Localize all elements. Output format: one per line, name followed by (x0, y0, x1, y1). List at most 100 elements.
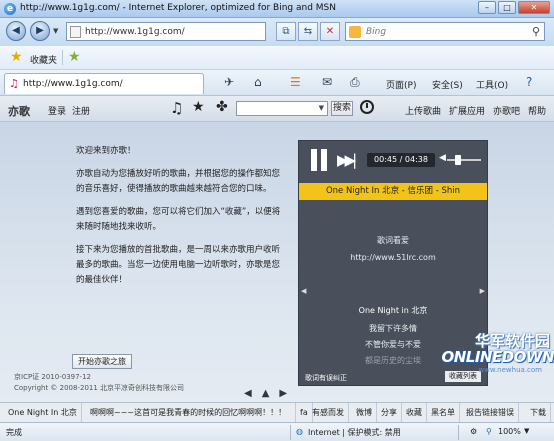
download-button[interactable]: 下载 (526, 403, 551, 422)
status-text: 完成 (6, 428, 22, 437)
maximize-button[interactable]: □ (498, 1, 516, 14)
star-icon[interactable]: ★ (192, 99, 205, 115)
blacklist-button[interactable]: 黑名单 (427, 403, 460, 422)
welcome-title: 欢迎来到亦歌！ (76, 146, 136, 156)
search-box[interactable]: Bing ⚲ (345, 22, 545, 41)
watermark-logo: 华军软件园 ONLINEDOWN www.newhua.com (436, 330, 554, 390)
favorites-star-icon[interactable]: ★ (10, 49, 23, 65)
security-zone[interactable]: Internet | 保护模式: 禁用 (308, 427, 401, 438)
lyric-url: http://www.51lrc.com (350, 253, 436, 262)
share-button[interactable]: 分享 (377, 403, 402, 422)
volume-slider[interactable]: ◀ (439, 153, 481, 165)
tools-menu[interactable]: 工具(O) (476, 78, 508, 91)
arrow-up-icon[interactable]: ▲ (262, 388, 270, 399)
feeds-tool-icon[interactable]: ✈ (224, 75, 234, 89)
divider (290, 425, 291, 440)
forward-button[interactable]: ▶ (30, 21, 50, 41)
divider (458, 425, 459, 440)
pause-icon[interactable] (309, 149, 329, 171)
compatibility-view-icon[interactable]: ⧉ (276, 22, 296, 41)
favorite-button[interactable]: 收藏 (402, 403, 427, 422)
search-placeholder: Bing (366, 27, 387, 37)
window-controls: – □ ✕ (478, 1, 550, 14)
comment-marquee: 啊啊啊~~~这首可是我青春的时候的回忆啊啊啊！！！ (86, 403, 296, 422)
refresh-icon[interactable]: ⇆ (298, 22, 318, 41)
forum-link[interactable]: 亦歌吧 (493, 104, 520, 117)
next-track-icon[interactable]: ▶▶| (337, 151, 357, 169)
start-button[interactable]: 开始亦歌之旅 (72, 354, 132, 369)
safety-menu[interactable]: 安全(S) (432, 78, 463, 91)
mail-icon[interactable]: ✉ (322, 75, 332, 89)
address-text: http://www.1g1g.com/ (85, 27, 185, 37)
icp-license: 京ICP证 2010-0397-12 (14, 373, 91, 381)
globe-icon: ◍ (296, 427, 303, 436)
welcome-paragraph: 遇到您喜爱的歌曲，您可以将它们加入“收藏”，以便将来随时随地找来收听。 (76, 207, 281, 232)
watermark-en: ONLINEDOWN (441, 348, 554, 366)
copyright: Copyright © 2008-2011 北京平凉奇创科技有限公司 (14, 384, 185, 392)
comment-button[interactable]: 有感而发 (308, 403, 349, 422)
lyric-line: One Night in 北京 (358, 306, 428, 315)
home-icon[interactable]: ⌂ (254, 75, 262, 89)
music-icon[interactable]: ♫ (170, 99, 183, 117)
welcome-paragraph: 接下来为您播放的首批歌曲，是一周以来亦歌用户收听最多的歌曲。当您一边使用电脑一边… (76, 245, 281, 285)
dropdown-arrow-icon[interactable]: ▼ (319, 104, 324, 112)
music-note-icon: ♫ (9, 77, 19, 90)
divider (62, 50, 63, 65)
welcome-paragraph: 亦歌自动为您播放好听的歌曲，并根据您的操作都知您的音乐喜好，使得播放的歌曲越来越… (76, 169, 281, 194)
volume-knob[interactable] (455, 155, 461, 165)
page-menu[interactable]: 页面(P) (386, 78, 416, 91)
site-header: 亦歌 登录 注册 ♫ ★ ✤ ▼ 搜索 上传歌曲 扩展应用 亦歌吧 帮助 (0, 96, 554, 122)
cluster-icon[interactable]: ✤ (216, 99, 228, 115)
rss-icon[interactable]: ☰ (290, 75, 301, 89)
window-title: http://www.1g1g.com/ - Internet Explorer… (20, 3, 336, 13)
upload-link[interactable]: 上传歌曲 (405, 104, 441, 117)
report-link-button[interactable]: 报告链接错误 (462, 403, 519, 422)
favorites-label[interactable]: 收藏夹 (30, 53, 57, 66)
zoom-icon: ⚲ (486, 427, 492, 436)
back-button[interactable]: ◀ (6, 21, 26, 41)
page-arrows: ◀ ▲ ▶ (244, 388, 287, 399)
page-content: 亦歌 登录 注册 ♫ ★ ✤ ▼ 搜索 上传歌曲 扩展应用 亦歌吧 帮助 欢迎来… (0, 96, 554, 422)
top-links: 上传歌曲 扩展应用 亦歌吧 帮助 (405, 104, 546, 117)
help-icon[interactable]: ? (526, 75, 532, 89)
page-icon (70, 26, 81, 38)
history-dropdown-icon[interactable]: ▼ (53, 27, 58, 35)
navigation-bar: ◀ ▶ ▼ http://www.1g1g.com/ ⧉ ⇆ ✕ Bing ⚲ (0, 18, 554, 46)
help-link[interactable]: 帮助 (528, 104, 546, 117)
arrow-left-icon[interactable]: ◀ (244, 388, 252, 399)
favorites-bar: ★ 收藏夹 ★ (0, 46, 554, 70)
search-icon[interactable]: ⚲ (532, 25, 540, 38)
zoom-level[interactable]: 100% (498, 427, 521, 436)
speaker-icon: ◀ (439, 153, 446, 163)
command-bar: ♫ http://www.1g1g.com/ ✈ ⌂ ☰ ✉ ⎙ 页面(P) 安… (0, 70, 554, 96)
collapse-left-icon[interactable]: ◀ (301, 287, 306, 295)
login-link[interactable]: 登录 (48, 104, 66, 117)
song-search-input[interactable]: ▼ (236, 101, 328, 116)
address-bar[interactable]: http://www.1g1g.com/ (66, 22, 266, 41)
status-bar: 完成 ◍ Internet | 保护模式: 禁用 ⚙ ⚲ 100% ▼ (0, 422, 554, 441)
watermark-url: www.newhua.com (478, 366, 542, 374)
now-playing-title: One Night In 北京 - 信乐团 - Shin (299, 183, 487, 200)
bing-icon (349, 26, 361, 38)
now-playing-label: One Night In 北京 (4, 403, 82, 422)
add-favorite-icon[interactable]: ★ (68, 49, 81, 65)
extensions-link[interactable]: 扩展应用 (449, 104, 485, 117)
search-button[interactable]: 搜索 (331, 101, 353, 116)
lyric-correct-link[interactable]: 歌词有误纠正 (305, 373, 347, 383)
close-window-button[interactable]: ✕ (518, 1, 550, 14)
stop-icon[interactable]: ✕ (320, 22, 340, 41)
arrow-right-icon[interactable]: ▶ (279, 388, 287, 399)
clock-icon[interactable] (360, 100, 374, 114)
minimize-button[interactable]: – (478, 1, 496, 14)
bottom-bar: One Night In 北京 啊啊啊~~~这首可是我青春的时候的回忆啊啊啊！！… (0, 402, 554, 422)
tab-current[interactable]: ♫ http://www.1g1g.com/ (4, 73, 204, 94)
print-icon[interactable]: ⎙ (350, 75, 360, 90)
collapse-right-icon[interactable]: ▶ (480, 287, 485, 295)
weibo-button[interactable]: 微博 (352, 403, 377, 422)
ie-logo-icon: e (4, 3, 16, 15)
site-logo[interactable]: 亦歌 (8, 103, 30, 119)
register-link[interactable]: 注册 (72, 104, 90, 117)
nav-actions: ⧉ ⇆ ✕ (276, 22, 340, 41)
protected-mode-icon[interactable]: ⚙ (470, 427, 477, 436)
zoom-dropdown-icon[interactable]: ▼ (524, 427, 529, 435)
